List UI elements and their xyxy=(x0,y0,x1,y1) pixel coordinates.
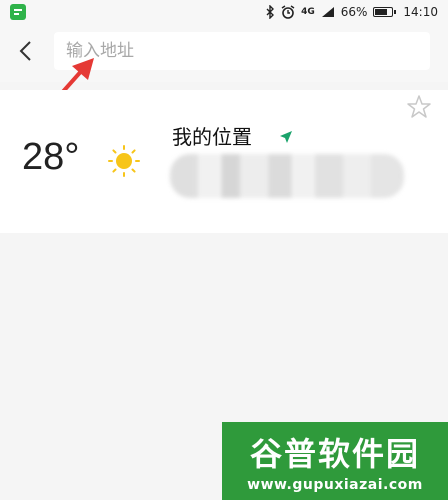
watermark-main-text: 谷普软件园 xyxy=(249,435,420,473)
battery-percent: 66% xyxy=(340,5,368,19)
navigation-arrow-icon xyxy=(280,131,292,143)
blurred-address xyxy=(170,154,404,198)
signal-icon xyxy=(321,7,334,17)
alarm-clock-icon xyxy=(281,5,295,19)
location-weather-card[interactable]: 28° 我的位置 xyxy=(0,90,448,233)
star-outline-icon[interactable] xyxy=(406,94,432,120)
clock: 14:10 xyxy=(403,5,438,19)
network-type: 4G xyxy=(301,7,315,17)
status-indicators: 4G 66% 14:10 xyxy=(265,5,438,19)
address-input[interactable] xyxy=(66,41,418,61)
search-header xyxy=(0,24,448,82)
site-watermark: 谷普软件园 www.gupuxiazai.com xyxy=(222,422,448,500)
address-search-box[interactable] xyxy=(54,32,430,70)
location-title: 我的位置 xyxy=(172,125,252,149)
watermark-url: www.gupuxiazai.com xyxy=(247,477,423,493)
sun-icon xyxy=(108,145,140,177)
temperature: 28° xyxy=(22,136,80,178)
app-notification-icon xyxy=(10,4,26,20)
battery-icon xyxy=(373,7,397,17)
back-button[interactable] xyxy=(10,36,40,66)
bluetooth-icon xyxy=(266,5,275,19)
chevron-left-icon xyxy=(19,41,31,61)
status-bar: 4G 66% 14:10 xyxy=(0,0,448,24)
